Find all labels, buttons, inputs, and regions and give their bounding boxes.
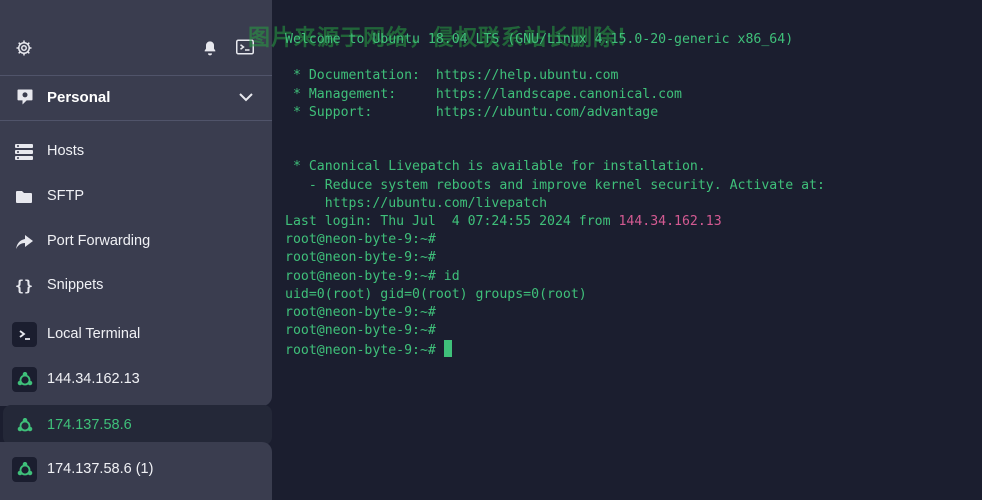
host-label: 174.137.58.6 <box>47 417 132 433</box>
nav-label: Snippets <box>47 277 104 293</box>
terminal-line: Welcome to Ubuntu 18.04 LTS (GNU/Linux 4… <box>285 32 794 47</box>
folder-icon <box>14 188 34 206</box>
terminal-line: root@neon-byte-9:~# id <box>285 268 460 284</box>
vault-label: Personal <box>47 89 111 106</box>
nav-item-snippets[interactable]: {} Snippets <box>0 266 272 306</box>
host-item-local-terminal[interactable]: Local Terminal <box>0 314 272 354</box>
forward-arrow-icon <box>14 233 34 251</box>
terminal-line: root@neon-byte-9:~# <box>285 305 436 321</box>
terminal-line: * Canonical Livepatch is available for i… <box>285 159 706 175</box>
terminal-pane[interactable]: 图片来源于网络，侵权联系站长删除！ Welcome to Ubuntu 18.0… <box>248 0 982 500</box>
last-login-ip: 144.34.162.13 <box>618 214 722 230</box>
terminal-line: uid=0(root) gid=0(root) groups=0(root) <box>285 286 587 302</box>
sidebar: Personal Hosts SFTP Port Forwarding {} S… <box>0 0 272 500</box>
host-label: Local Terminal <box>47 326 141 342</box>
terminal-line: root@neon-byte-9:~# <box>285 323 436 339</box>
host-item[interactable]: 174.137.58.6 (1) <box>0 449 272 489</box>
nav-label: Hosts <box>47 143 85 159</box>
nav-label: SFTP <box>47 188 85 204</box>
terminal-line: root@neon-byte-9:~# <box>285 232 436 248</box>
nav-label: Port Forwarding <box>47 233 151 249</box>
ubuntu-icon <box>12 457 37 482</box>
divider <box>0 120 272 121</box>
chevron-down-icon[interactable] <box>238 90 254 104</box>
terminal-line: * Support: https://ubuntu.com/advantage <box>285 104 659 120</box>
sidebar-panel: Personal Hosts SFTP Port Forwarding {} S… <box>0 0 272 406</box>
ubuntu-icon <box>12 413 37 438</box>
ubuntu-icon <box>12 367 37 392</box>
terminal-line: * Documentation: https://help.ubuntu.com <box>285 68 619 84</box>
braces-icon: {} <box>14 277 34 295</box>
nav-item-hosts[interactable]: Hosts <box>0 132 272 172</box>
terminal-line: - Reduce system reboots and improve kern… <box>285 177 825 193</box>
host-item[interactable]: 144.34.162.13 <box>0 359 272 399</box>
terminal-line: root@neon-byte-9:~# <box>285 250 436 266</box>
host-item-active[interactable]: 174.137.58.6 <box>3 405 272 445</box>
vault-selector[interactable]: Personal <box>0 76 272 120</box>
terminal-line: https://ubuntu.com/livepatch <box>285 195 548 211</box>
sidebar-panel: 174.137.58.6 (1) <box>0 442 272 500</box>
gear-icon[interactable] <box>14 38 34 58</box>
terminal-line: root@neon-byte-9:~# <box>285 343 444 359</box>
nav-item-port-forwarding[interactable]: Port Forwarding <box>0 222 272 262</box>
terminal-icon <box>12 322 37 347</box>
hosts-icon <box>14 143 34 161</box>
terminal-output[interactable]: Welcome to Ubuntu 18.04 LTS (GNU/Linux 4… <box>285 31 825 361</box>
host-label: 174.137.58.6 (1) <box>47 461 154 477</box>
bell-icon[interactable] <box>201 38 219 58</box>
terminal-line: * Management: https://landscape.canonica… <box>285 86 682 102</box>
terminal-cursor <box>443 340 452 358</box>
vault-icon <box>14 86 36 108</box>
terminal-line: Last login: Thu Jul 4 07:24:55 2024 from <box>285 214 619 230</box>
nav-item-sftp[interactable]: SFTP <box>0 177 272 217</box>
host-label: 144.34.162.13 <box>47 371 140 387</box>
